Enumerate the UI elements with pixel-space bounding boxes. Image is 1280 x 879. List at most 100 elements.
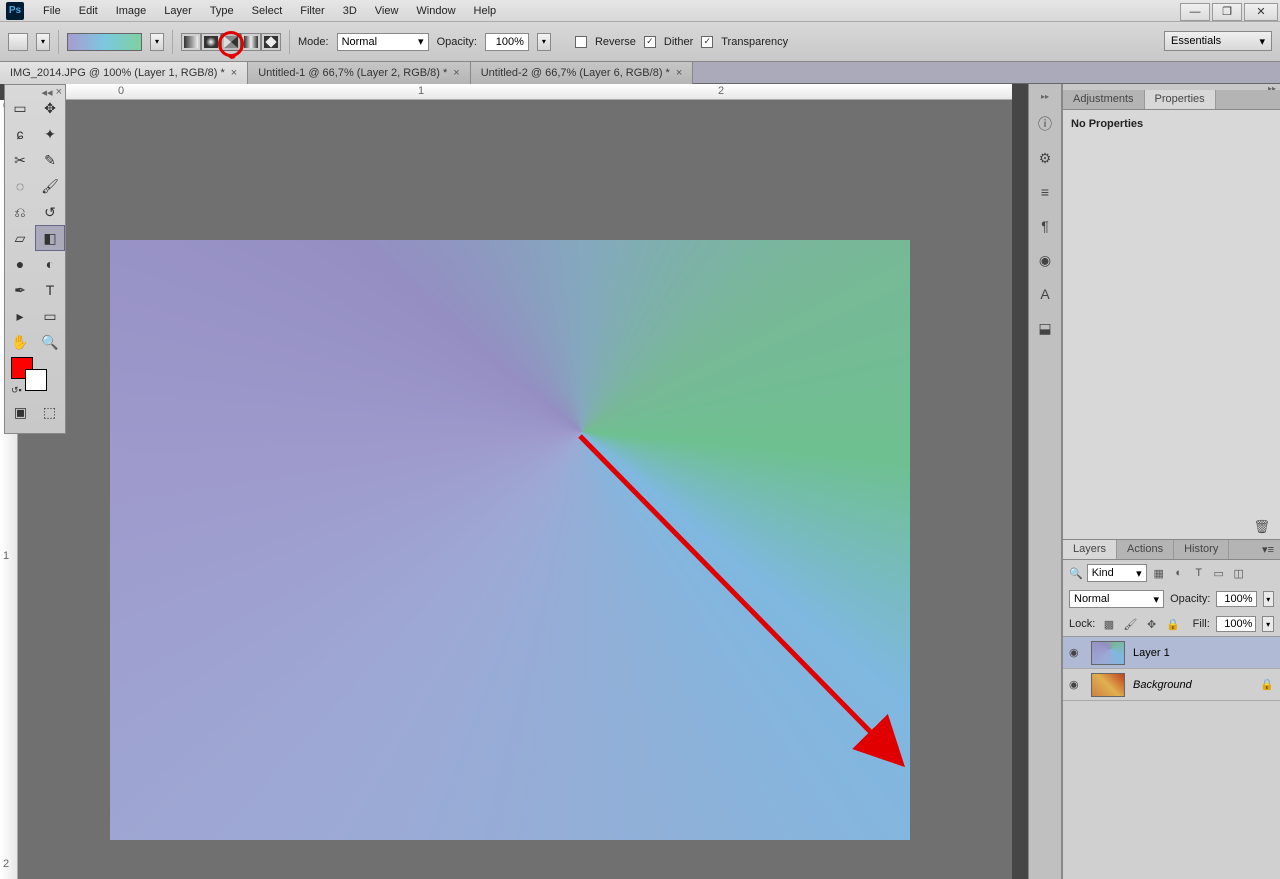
menu-view[interactable]: View — [366, 2, 408, 20]
window-minimize-button[interactable]: — — [1180, 3, 1210, 21]
layer-name[interactable]: Layer 1 — [1133, 647, 1170, 659]
panel-menu-icon[interactable]: ▾≡ — [1256, 540, 1280, 559]
visibility-icon[interactable]: ◉ — [1069, 678, 1083, 691]
tab-history[interactable]: History — [1174, 540, 1229, 559]
search-icon[interactable]: 🔍 — [1069, 567, 1083, 580]
tool-shape[interactable]: ▭ — [35, 303, 65, 329]
gradient-preview[interactable] — [67, 33, 142, 51]
gradient-reflected-button[interactable] — [241, 33, 261, 51]
menu-file[interactable]: File — [34, 2, 70, 20]
tool-zoom[interactable]: 🔍 — [35, 329, 65, 355]
tab-layers[interactable]: Layers — [1063, 540, 1117, 559]
layer-blend-mode[interactable]: Normal▾ — [1069, 590, 1164, 608]
layer-name[interactable]: Background — [1133, 679, 1192, 691]
gradient-diamond-button[interactable] — [261, 33, 281, 51]
tool-history-brush[interactable]: ↺ — [35, 199, 65, 225]
document-tab[interactable]: Untitled-1 @ 66,7% (Layer 2, RGB/8) *× — [248, 62, 471, 84]
tool-wand[interactable]: ✦ — [35, 121, 65, 147]
close-icon[interactable]: × — [453, 67, 459, 79]
info-icon[interactable]: ⓘ — [1034, 113, 1056, 135]
swap-swatches-icon[interactable]: ↺▪ — [11, 385, 22, 396]
layer-thumbnail[interactable] — [1091, 673, 1125, 697]
gradient-linear-button[interactable] — [181, 33, 201, 51]
close-icon[interactable]: × — [56, 86, 62, 94]
document-tab[interactable]: IMG_2014.JPG @ 100% (Layer 1, RGB/8) *× — [0, 62, 248, 84]
tool-gradient[interactable]: ◧ — [35, 225, 65, 251]
tool-patch[interactable]: ◌ — [5, 173, 35, 199]
tool-hand[interactable]: ✋ — [5, 329, 35, 355]
layer-filter-kind[interactable]: Kind▾ — [1087, 564, 1147, 582]
layer-row[interactable]: ◉ Background 🔒 — [1063, 669, 1280, 701]
filter-type-icon[interactable]: T — [1191, 565, 1207, 581]
layer-thumbnail[interactable] — [1091, 641, 1125, 665]
mode-select[interactable]: Normal▾ — [337, 33, 429, 51]
tab-properties[interactable]: Properties — [1145, 90, 1216, 109]
menu-3d[interactable]: 3D — [334, 2, 366, 20]
window-close-button[interactable]: ✕ — [1244, 3, 1278, 21]
reverse-checkbox[interactable] — [575, 36, 587, 48]
menu-window[interactable]: Window — [407, 2, 464, 20]
ruler-horizontal[interactable]: 0 1 2 — [18, 84, 1012, 100]
dither-checkbox[interactable]: ✓ — [644, 36, 656, 48]
tool-lasso[interactable]: ɕ — [5, 121, 35, 147]
character-icon[interactable]: A — [1034, 283, 1056, 305]
gradient-radial-button[interactable] — [201, 33, 221, 51]
lock-position-icon[interactable]: ✥ — [1144, 616, 1159, 632]
workspace-switcher[interactable]: Essentials▾ — [1164, 31, 1272, 51]
close-icon[interactable]: × — [231, 67, 237, 79]
tool-brush[interactable]: 🖌 — [35, 173, 65, 199]
strip-collapse-icon[interactable]: ▸▸ — [1041, 92, 1049, 101]
opacity-dropdown[interactable]: ▾ — [537, 33, 551, 51]
tool-type[interactable]: T — [35, 277, 65, 303]
filter-smart-icon[interactable]: ◫ — [1231, 565, 1247, 581]
paragraph-icon[interactable]: ¶ — [1034, 215, 1056, 237]
layer-row[interactable]: ◉ Layer 1 — [1063, 637, 1280, 669]
gradient-angle-button[interactable] — [221, 33, 241, 51]
clone-source-icon[interactable]: ◉ — [1034, 249, 1056, 271]
tool-path-select[interactable]: ▸ — [5, 303, 35, 329]
tool-stamp[interactable]: ⎌ — [5, 199, 35, 225]
background-swatch[interactable] — [25, 369, 47, 391]
menu-help[interactable]: Help — [465, 2, 506, 20]
tool-preset-button[interactable] — [8, 33, 28, 51]
canvas[interactable] — [110, 240, 910, 840]
tool-preset-dropdown[interactable]: ▾ — [36, 33, 50, 51]
tool-blur[interactable]: ● — [5, 251, 35, 277]
trash-icon[interactable]: 🗑 — [1253, 519, 1270, 535]
swatches-icon[interactable]: ⬓ — [1034, 317, 1056, 339]
fill-input[interactable]: 100% — [1216, 616, 1257, 632]
menu-layer[interactable]: Layer — [155, 2, 201, 20]
tool-eraser[interactable]: ▱ — [5, 225, 35, 251]
lock-transparent-icon[interactable]: ▩ — [1101, 616, 1116, 632]
tool-move[interactable]: ✥ — [35, 95, 65, 121]
filter-shape-icon[interactable]: ▭ — [1211, 565, 1227, 581]
tool-crop[interactable]: ✂ — [5, 147, 35, 173]
close-icon[interactable]: × — [676, 67, 682, 79]
filter-pixel-icon[interactable]: ▦ — [1151, 565, 1167, 581]
document-tab[interactable]: Untitled-2 @ 66,7% (Layer 6, RGB/8) *× — [471, 62, 694, 84]
tab-adjustments[interactable]: Adjustments — [1063, 90, 1145, 109]
tools-panel[interactable]: ◂◂× ▭✥ ɕ✦ ✂✎ ◌🖌 ⎌↺ ▱◧ ●◐ ✒T ▸▭ ✋🔍 ↺▪ ▣⬚ — [4, 84, 66, 434]
menu-image[interactable]: Image — [107, 2, 156, 20]
tool-dodge[interactable]: ◐ — [35, 251, 65, 277]
layer-opacity-input[interactable]: 100% — [1216, 591, 1256, 607]
tool-pen[interactable]: ✒ — [5, 277, 35, 303]
lock-paint-icon[interactable]: 🖌 — [1123, 616, 1138, 632]
fill-dropdown[interactable]: ▾ — [1262, 616, 1274, 632]
tool-marquee[interactable]: ▭ — [5, 95, 35, 121]
tab-actions[interactable]: Actions — [1117, 540, 1174, 559]
filter-adjust-icon[interactable]: ◐ — [1171, 565, 1187, 581]
menu-edit[interactable]: Edit — [70, 2, 107, 20]
canvas-viewport[interactable] — [18, 100, 1012, 879]
menu-select[interactable]: Select — [243, 2, 292, 20]
tool-screen-mode[interactable]: ⬚ — [38, 399, 61, 425]
menu-filter[interactable]: Filter — [291, 2, 333, 20]
paragraph-styles-icon[interactable]: ≡ — [1034, 181, 1056, 203]
window-maximize-button[interactable]: ❐ — [1212, 3, 1242, 21]
menu-type[interactable]: Type — [201, 2, 243, 20]
gear-icon[interactable]: ⚙ — [1034, 147, 1056, 169]
lock-all-icon[interactable]: 🔒 — [1165, 616, 1180, 632]
tool-quick-mask[interactable]: ▣ — [9, 399, 32, 425]
layer-opacity-dropdown[interactable]: ▾ — [1263, 591, 1274, 607]
visibility-icon[interactable]: ◉ — [1069, 646, 1083, 659]
